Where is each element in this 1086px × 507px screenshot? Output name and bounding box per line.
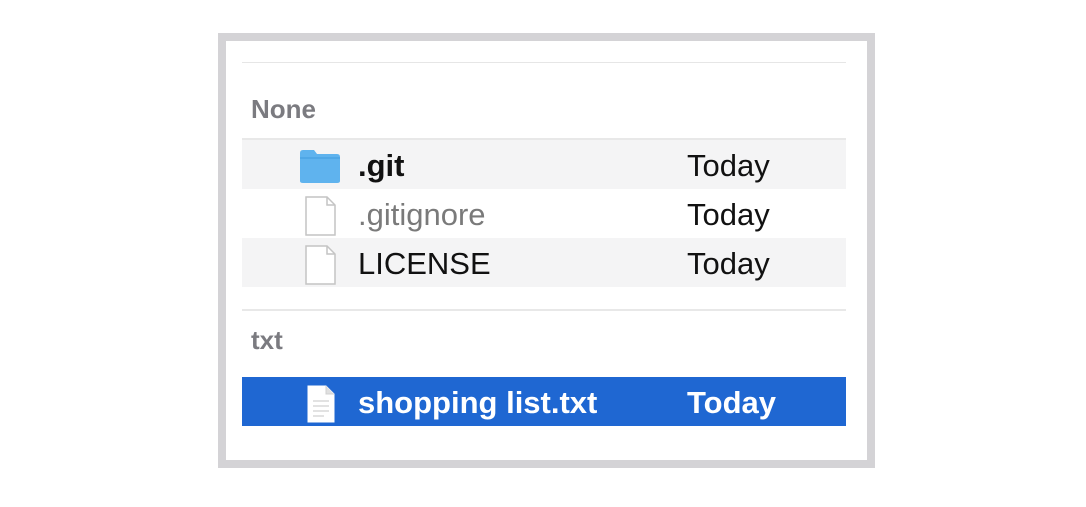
list-item-shopping-list[interactable]: shopping list.txt Today	[242, 377, 846, 426]
group-header-txt: txt	[242, 309, 846, 361]
list-item-gitignore[interactable]: .gitignore Today	[242, 189, 846, 238]
group-header-label: txt	[251, 325, 283, 355]
group-header-none: None	[242, 88, 846, 140]
finder-window-frame: None .git Today .gitignore Today LICENSE…	[218, 33, 875, 468]
document-icon	[307, 385, 335, 423]
list-item-git[interactable]: .git Today	[242, 140, 846, 189]
group-header-label: None	[251, 94, 316, 124]
date-modified: Today	[687, 197, 770, 232]
document-icon	[305, 196, 336, 236]
folder-icon	[300, 150, 340, 183]
file-name: .git	[358, 148, 405, 183]
file-name: LICENSE	[358, 246, 491, 281]
file-list-panel: None .git Today .gitignore Today LICENSE…	[226, 41, 867, 460]
date-modified: Today	[687, 148, 770, 183]
divider	[242, 62, 846, 63]
date-modified: Today	[687, 246, 770, 281]
file-name: .gitignore	[358, 197, 486, 232]
date-modified: Today	[687, 385, 776, 420]
list-item-license[interactable]: LICENSE Today	[242, 238, 846, 287]
document-icon	[305, 245, 336, 285]
file-name: shopping list.txt	[358, 385, 598, 420]
